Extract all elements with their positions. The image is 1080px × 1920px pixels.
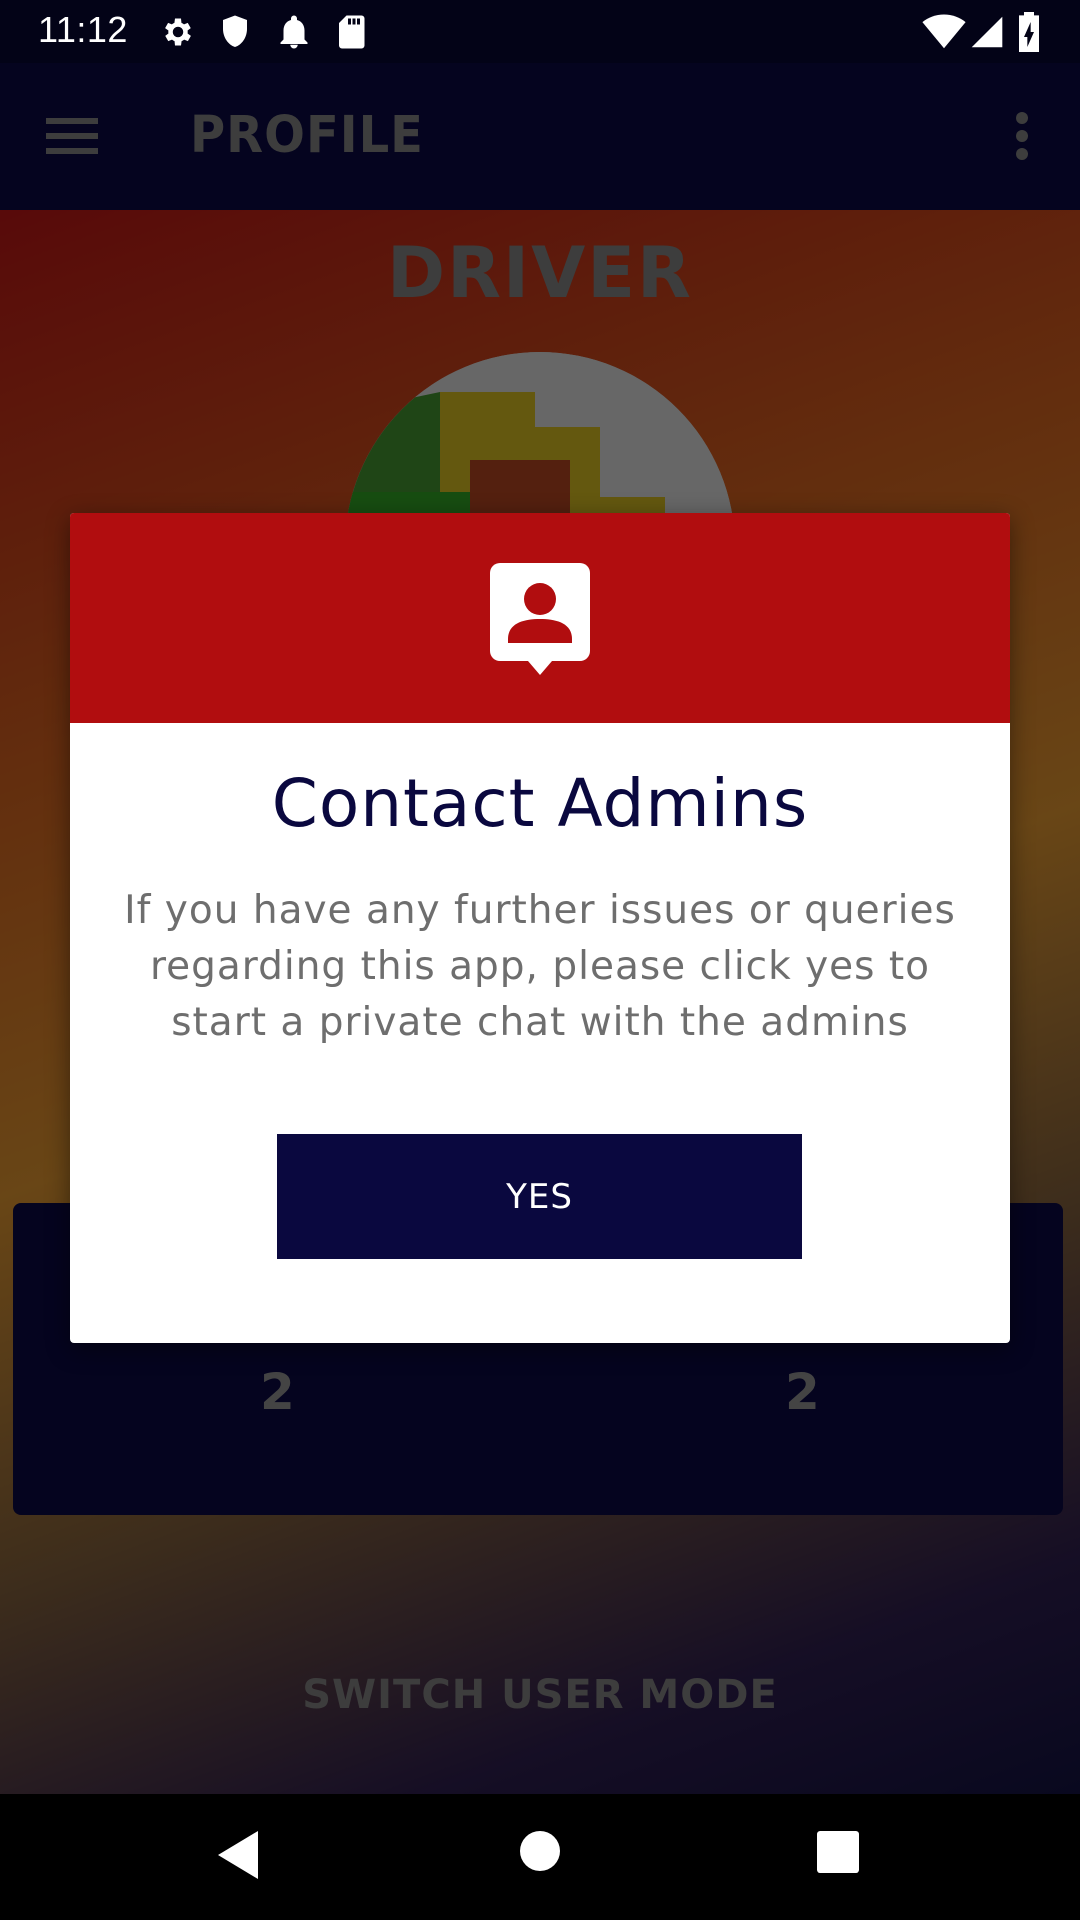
status-bar: 11:12 <box>0 0 1080 63</box>
navigation-bar <box>0 1794 1080 1920</box>
dialog-title: Contact Admins <box>271 765 809 842</box>
dialog-message: If you have any further issues or querie… <box>124 888 956 1045</box>
status-time: 11:12 <box>38 9 128 50</box>
contact-admins-dialog: Contact Admins If you have any further i… <box>70 513 1010 1343</box>
sd-card-icon <box>337 14 365 54</box>
dialog-header <box>70 513 1010 723</box>
yes-button[interactable]: YES <box>277 1134 802 1259</box>
contact-admin-icon <box>490 563 590 683</box>
bell-icon <box>278 14 310 54</box>
home-icon[interactable] <box>520 1831 560 1875</box>
shield-icon <box>220 14 250 54</box>
back-icon[interactable] <box>216 1829 260 1885</box>
gear-icon <box>160 14 196 54</box>
signal-icon <box>970 14 1004 54</box>
wifi-icon <box>922 14 966 54</box>
battery-charging-icon <box>1017 12 1041 56</box>
recents-icon[interactable] <box>817 1831 859 1877</box>
